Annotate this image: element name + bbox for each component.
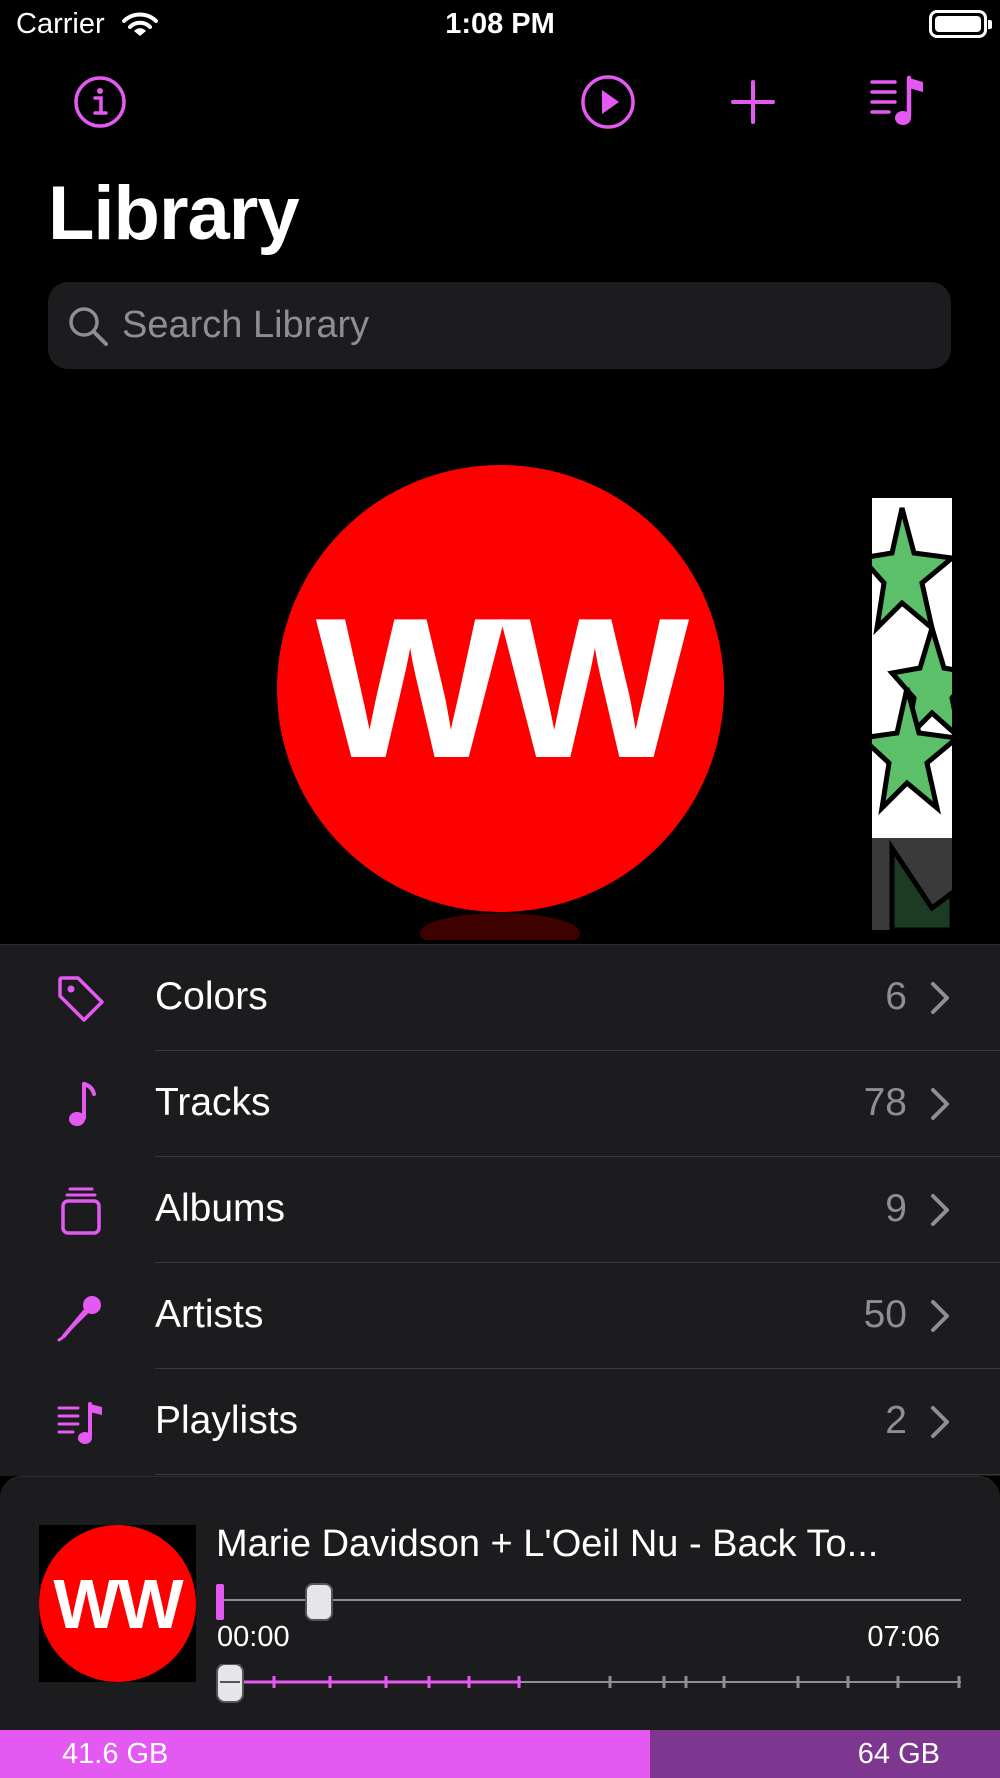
chevron-right-icon	[930, 1405, 950, 1444]
status-time: 1:08 PM	[445, 8, 555, 40]
queue-button[interactable]	[868, 72, 928, 132]
music-note-icon	[56, 1080, 106, 1130]
player-song-title: Marie Davidson + L'Oeil Nu - Back To...	[216, 1523, 879, 1565]
library-item-count: 6	[885, 975, 907, 1018]
progress-thumb[interactable]	[305, 1583, 333, 1621]
info-button[interactable]	[70, 72, 130, 132]
album-art-main-text: WW	[315, 576, 690, 800]
playlist-icon	[56, 1398, 106, 1448]
library-list: Colors 6 Tracks 78 Albums 9 Artists 50 P…	[0, 944, 1000, 1476]
progress-fill	[216, 1584, 224, 1620]
library-item-label: Tracks	[155, 1081, 271, 1124]
search-bar[interactable]	[48, 282, 951, 369]
album-art-main[interactable]: WW	[277, 465, 724, 912]
library-item-label: Artists	[155, 1293, 264, 1336]
chevron-right-icon	[930, 1087, 950, 1126]
add-button[interactable]	[723, 72, 783, 132]
play-all-button[interactable]	[578, 72, 638, 132]
music-queue-icon	[870, 75, 923, 125]
storage-used-label: 41.6 GB	[62, 1738, 169, 1770]
plus-icon	[731, 80, 775, 124]
library-item-count: 50	[863, 1293, 907, 1336]
library-item-tracks[interactable]: Tracks 78	[0, 1051, 1000, 1157]
play-circle-icon	[581, 75, 635, 129]
info-icon	[74, 76, 126, 128]
duration-time: 07:06	[867, 1621, 940, 1653]
album-art-reflection	[420, 913, 580, 940]
library-item-albums[interactable]: Albums 9	[0, 1157, 1000, 1263]
player-album-art-text: WW	[53, 1564, 183, 1643]
microphone-icon	[56, 1292, 106, 1342]
album-carousel[interactable]: WW	[0, 400, 1000, 940]
status-bar: Carrier 1:08 PM	[0, 0, 1000, 50]
chevron-right-icon	[930, 981, 950, 1020]
library-item-artists[interactable]: Artists 50	[0, 1263, 1000, 1369]
search-input[interactable]	[122, 282, 932, 369]
page-title: Library	[48, 171, 300, 256]
albums-stack-icon	[56, 1186, 106, 1236]
library-item-label: Albums	[155, 1187, 286, 1230]
library-item-count: 2	[885, 1399, 907, 1442]
progress-slider[interactable]	[216, 1580, 961, 1621]
library-item-label: Colors	[155, 975, 268, 1018]
library-item-count: 9	[885, 1187, 907, 1230]
library-item-playlists[interactable]: Playlists 2	[0, 1369, 1000, 1475]
storage-total-label: 64 GB	[857, 1738, 940, 1770]
album-art-next[interactable]	[872, 498, 952, 930]
battery-icon	[929, 10, 992, 38]
search-icon	[66, 304, 110, 353]
player-album-art[interactable]: WW	[39, 1525, 196, 1682]
marker-scrubber[interactable]	[216, 1663, 961, 1704]
storage-bar: 41.6 GB 64 GB	[0, 1730, 1000, 1778]
library-item-count: 78	[863, 1081, 907, 1124]
library-item-colors[interactable]: Colors 6	[0, 945, 1000, 1051]
elapsed-time: 00:00	[217, 1621, 290, 1653]
chevron-right-icon	[930, 1193, 950, 1232]
row-divider	[155, 1474, 1000, 1475]
tag-icon	[56, 974, 106, 1024]
library-item-label: Playlists	[155, 1399, 299, 1442]
chevron-right-icon	[930, 1299, 950, 1338]
